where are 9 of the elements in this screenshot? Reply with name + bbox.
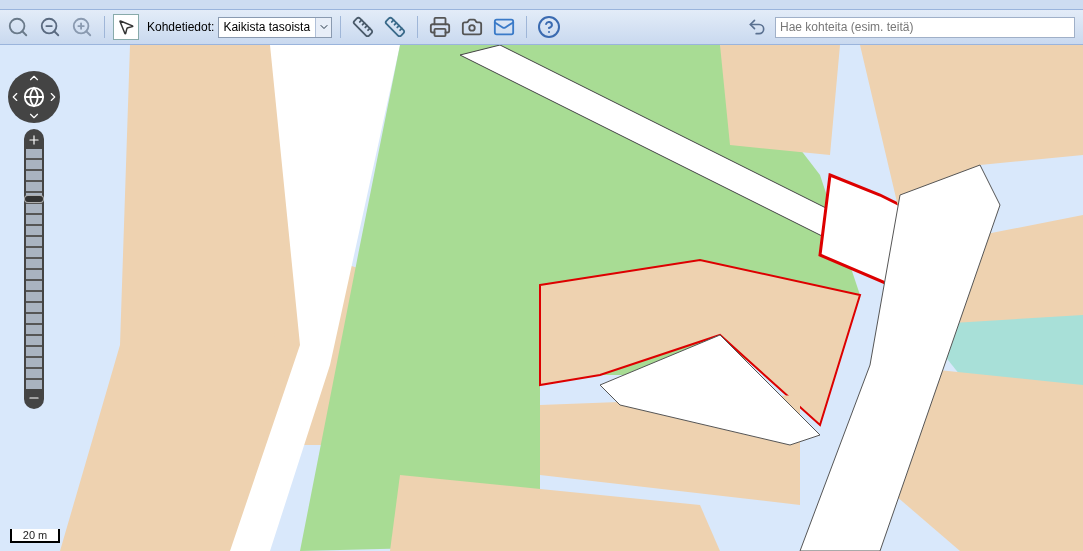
dropdown-caret-icon — [315, 17, 332, 37]
zoom-slider-thumb[interactable] — [24, 195, 44, 204]
layer-select[interactable]: Kaikista tasoista — [218, 16, 333, 38]
globe-icon — [23, 86, 45, 108]
info-cursor-icon[interactable] — [113, 14, 139, 40]
search-field[interactable]: Hae kohteita (esim. teitä) — [775, 16, 1075, 38]
scale-bar: 20 m — [10, 529, 60, 543]
info-label: Kohdetiedot: — [147, 19, 215, 36]
plus-icon — [27, 133, 41, 147]
